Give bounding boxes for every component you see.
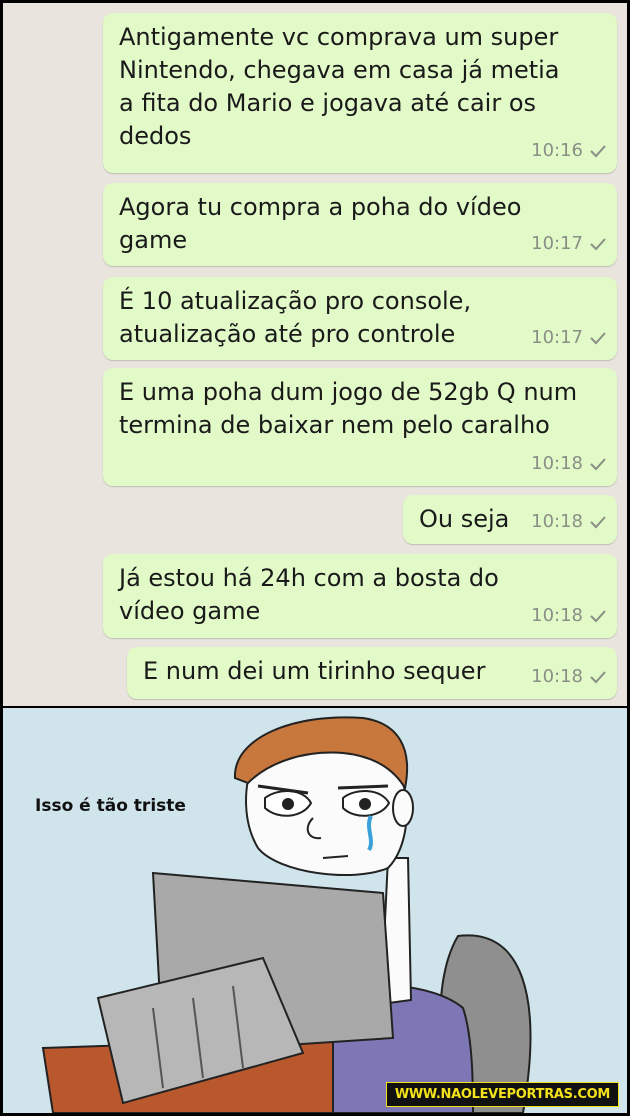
message-bubble[interactable]: Antigamente vc comprava um super Nintend… (103, 13, 617, 173)
message-time: 10:18 (531, 453, 583, 474)
message-meta: 10:17 (531, 321, 607, 354)
message-text: E uma poha dum jogo de 52gb Q num termin… (119, 378, 578, 439)
single-check-icon (589, 515, 607, 529)
message-time: 10:17 (531, 327, 583, 348)
message-meta: 10:17 (531, 227, 607, 260)
message-time: 10:18 (531, 511, 583, 532)
message-time: 10:17 (531, 233, 583, 254)
site-watermark: WWW.NAOLEVEPORTRAS.COM (385, 1082, 619, 1107)
message-meta: 10:16 (531, 134, 607, 167)
ear (392, 789, 414, 827)
single-check-icon (589, 144, 607, 158)
message-bubble[interactable]: Ou seja 10:18 (403, 495, 617, 544)
comic-caption: Isso é tão triste (35, 796, 186, 816)
message-time: 10:18 (531, 666, 583, 687)
message-meta: 10:18 (531, 660, 607, 693)
single-check-icon (589, 237, 607, 251)
single-check-icon (589, 609, 607, 623)
chat-conversation: Antigamente vc comprava um super Nintend… (3, 3, 627, 706)
message-time: 10:16 (531, 140, 583, 161)
single-check-icon (589, 331, 607, 345)
meme-comic-panel: Isso é tão triste WWW.NAOLEVEPORTRAS.COM (3, 708, 627, 1113)
message-meta: 10:18 (531, 505, 607, 538)
message-bubble[interactable]: E uma poha dum jogo de 52gb Q num termin… (103, 368, 617, 486)
message-meta: 10:18 (531, 599, 607, 632)
message-bubble[interactable]: É 10 atualização pro console, atualizaçã… (103, 277, 617, 360)
message-bubble[interactable]: E num dei um tirinho sequer 10:18 (127, 647, 617, 699)
message-meta: 10:18 (531, 447, 607, 480)
tear (367, 815, 373, 852)
single-check-icon (589, 670, 607, 684)
single-check-icon (589, 457, 607, 471)
message-bubble[interactable]: Agora tu compra a poha do vídeo game 10:… (103, 183, 617, 266)
message-time: 10:18 (531, 605, 583, 626)
comic-drawing (41, 716, 532, 1113)
message-bubble[interactable]: Já estou há 24h com a bosta do vídeo gam… (103, 554, 617, 638)
